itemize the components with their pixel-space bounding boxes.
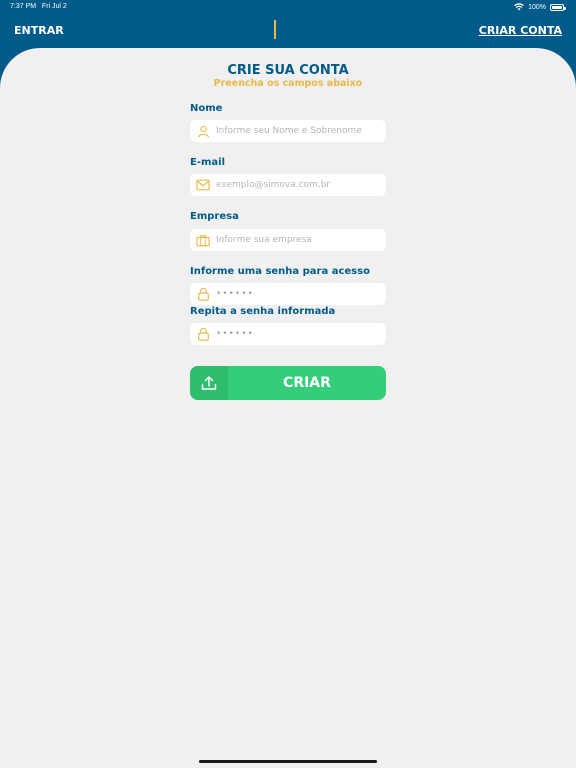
page-title: CRIE SUA CONTA [227,63,349,78]
nav-divider [274,20,276,39]
user-icon [196,124,210,138]
repita-senha-field[interactable]: •••••• [190,323,386,345]
repita-senha-label: Repita a senha informada [190,306,336,317]
senha-label: Informe uma senha para acesso [190,266,370,277]
email-label: E-mail [190,157,226,168]
empresa-field[interactable] [190,229,386,251]
status-right: 100% [514,3,566,11]
main-card: CRIE SUA CONTA Preencha os campos abaixo… [0,48,576,768]
criar-conta-tab[interactable]: CRIAR CONTA [479,24,562,37]
briefcase-icon [196,233,210,247]
wifi-icon [514,3,524,11]
home-indicator [199,760,377,763]
criar-button[interactable]: CRIAR [190,366,386,400]
nome-label: Nome [190,103,223,114]
nome-input[interactable] [216,126,381,136]
page-subtitle: Preencha os campos abaixo [213,78,363,89]
lock-icon [196,287,210,301]
repita-senha-input[interactable]: •••••• [216,329,254,339]
entrar-tab[interactable]: ENTRAR [14,24,64,37]
upload-icon [190,366,228,400]
mail-icon [196,178,210,192]
email-field[interactable] [190,174,386,196]
nome-field[interactable] [190,120,386,142]
empresa-label: Empresa [190,211,239,222]
criar-button-label: CRIAR [283,375,331,391]
status-bar: 7:37 PM Fri Jul 2 100% [0,0,576,14]
senha-field[interactable]: •••••• [190,283,386,305]
email-input[interactable] [216,180,381,190]
lock-icon [196,327,210,341]
senha-input[interactable]: •••••• [216,289,254,299]
top-nav: ENTRAR CRIAR CONTA [0,14,576,48]
empresa-input[interactable] [216,235,381,245]
battery-percent: 100% [528,3,546,11]
status-time: 7:37 PM Fri Jul 2 [10,3,67,10]
battery-icon [550,3,566,11]
